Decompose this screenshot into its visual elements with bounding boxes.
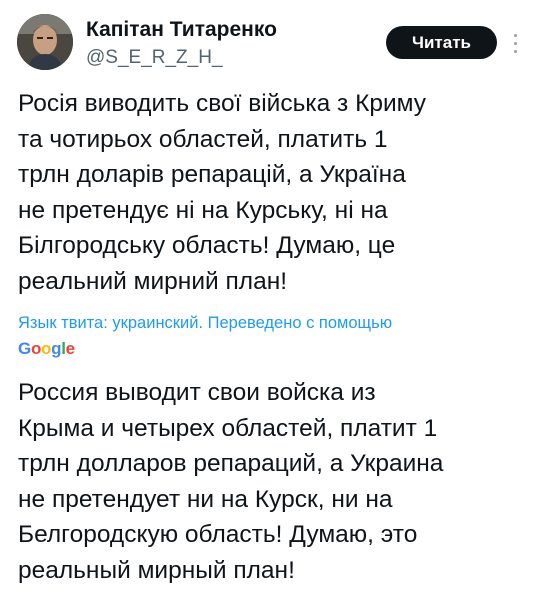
- tweet-translated-text: Россия выводит свои войска из Крыма и че…: [18, 379, 444, 584]
- author-handle[interactable]: @S_E_R_Z_H_: [86, 47, 223, 69]
- logo-letter: g: [51, 339, 62, 358]
- more-options-icon[interactable]: [505, 28, 525, 58]
- author-name[interactable]: Капітан Титаренко: [86, 18, 277, 42]
- follow-button[interactable]: Читать: [386, 26, 497, 59]
- logo-letter: o: [30, 339, 42, 358]
- logo-letter: o: [41, 339, 52, 358]
- dot-icon: [513, 41, 517, 45]
- tweet-original-text: Росія виводить свої війська з Криму та ч…: [18, 90, 427, 295]
- translation-label[interactable]: Язык твита: украинский. Переведено с пом…: [18, 314, 392, 333]
- avatar[interactable]: [17, 14, 73, 70]
- dot-icon: [513, 33, 517, 37]
- avatar-photo-icon: [17, 14, 73, 70]
- logo-letter: e: [65, 339, 75, 358]
- tweet-card: Капітан Титаренко @S_E_R_Z_H_ Читать Рос…: [0, 0, 542, 600]
- logo-letter: G: [18, 339, 31, 358]
- google-logo: G o o g l e: [18, 339, 75, 359]
- dot-icon: [513, 49, 517, 53]
